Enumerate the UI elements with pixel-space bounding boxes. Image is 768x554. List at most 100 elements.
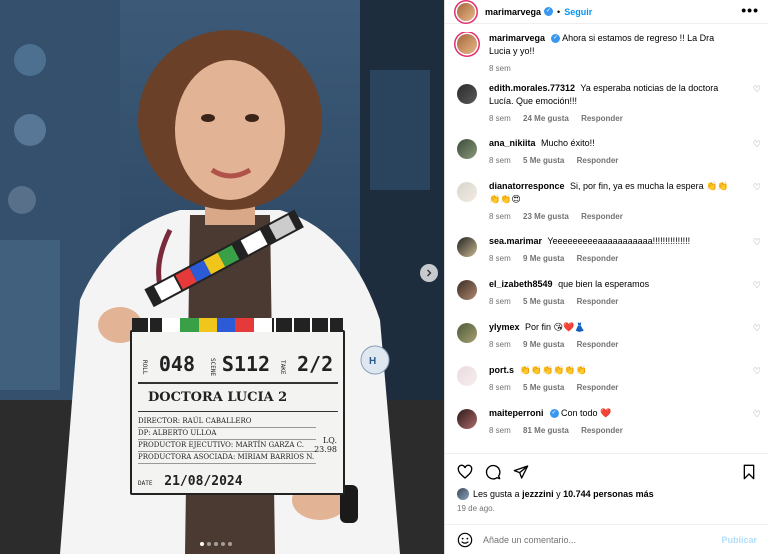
comment-likes[interactable]: 5 Me gusta	[523, 297, 564, 306]
more-options-icon[interactable]: •••	[741, 2, 759, 18]
commenter-avatar[interactable]	[457, 237, 477, 257]
chevron-right-icon[interactable]	[420, 264, 438, 282]
comment-username[interactable]: dianatorresponce	[489, 181, 565, 191]
like-comment-heart-icon[interactable]: ♡	[753, 237, 761, 248]
post-date: 19 de ago.	[457, 504, 495, 513]
commenter-avatar[interactable]	[457, 182, 477, 202]
carousel-dot	[214, 542, 218, 546]
comment-username[interactable]: ana_nikiita	[489, 138, 536, 148]
header-separator: •	[557, 6, 561, 17]
comment-time: 8 sem	[489, 254, 511, 263]
commenter-avatar[interactable]	[457, 139, 477, 159]
publish-button[interactable]: Publicar	[721, 535, 757, 545]
share-icon[interactable]	[511, 462, 531, 482]
liker-avatar	[457, 488, 469, 500]
slate-take: 2/2	[296, 352, 334, 376]
like-comment-heart-icon[interactable]: ♡	[753, 323, 761, 334]
comment-likes[interactable]: 24 Me gusta	[523, 114, 569, 123]
caption-username[interactable]: marimarvega	[489, 33, 545, 43]
slate-production: DOCTORA LUCIA 2	[138, 390, 338, 412]
comment-username[interactable]: el_izabeth8549	[489, 279, 553, 289]
comment-time: 8 sem	[489, 383, 511, 392]
clapperboard-slate: ROLL 048 SCENE S112 TAKE 2/2 DOCTORA LUC…	[130, 318, 345, 495]
caption-avatar[interactable]	[457, 34, 477, 54]
like-comment-heart-icon[interactable]: ♡	[753, 280, 761, 291]
comment-likes[interactable]: 81 Me gusta	[523, 426, 569, 435]
verified-badge-icon: ✓	[551, 34, 561, 44]
comment-username[interactable]: port.s	[489, 365, 514, 375]
comments-list[interactable]: marimarvega ✓ Ahora si estamos de regreso…	[445, 32, 768, 450]
likes-summary[interactable]: Les gusta a jezzzini y 10.744 personas m…	[457, 488, 654, 500]
carousel-dot	[207, 542, 211, 546]
likes-user[interactable]: jezzzini	[522, 489, 554, 499]
comment-username[interactable]: ylymex	[489, 322, 520, 332]
reply-button[interactable]: Responder	[581, 114, 623, 123]
reply-button[interactable]: Responder	[577, 383, 619, 392]
author-username[interactable]: marimarvega	[485, 7, 541, 17]
slate-date-label: DATE	[138, 480, 153, 487]
commenter-avatar[interactable]	[457, 84, 477, 104]
post-header: marimarvega ✓ • Seguir •••	[445, 0, 768, 24]
comment-likes[interactable]: 5 Me gusta	[523, 383, 564, 392]
comment-text: que bien la esperamos	[558, 279, 650, 289]
slate-scene: S112	[221, 352, 271, 376]
instagram-post-window: H ROLL 048 SCENE S112 TAKE 2/2 DOCTORA L…	[0, 0, 768, 554]
comment-time: 8 sem	[489, 426, 511, 435]
comment-text: Mucho éxito!!	[541, 138, 595, 148]
likes-count[interactable]: 10.744 personas más	[563, 489, 654, 499]
like-comment-heart-icon[interactable]: ♡	[753, 366, 761, 377]
likes-prefix: Les gusta a	[473, 489, 520, 499]
emoji-icon[interactable]	[457, 532, 473, 548]
slate-roll-scene-take: ROLL 048 SCENE S112 TAKE 2/2	[138, 352, 338, 384]
caption-time: 8 sem	[489, 64, 511, 73]
comment-input[interactable]	[483, 534, 722, 545]
reply-button[interactable]: Responder	[577, 340, 619, 349]
comment-likes[interactable]: 5 Me gusta	[523, 156, 564, 165]
slate-director: DIRECTOR: RAÚL CABALLERO	[138, 416, 316, 428]
heart-icon[interactable]	[455, 462, 475, 482]
comment-icon[interactable]	[483, 462, 503, 482]
like-comment-heart-icon[interactable]: ♡	[753, 182, 761, 193]
comment-username[interactable]: edith.morales.77312	[489, 83, 575, 93]
slate-fps: LQ. 23.98	[314, 436, 337, 454]
reply-button[interactable]: Responder	[577, 156, 619, 165]
like-comment-heart-icon[interactable]: ♡	[753, 409, 761, 420]
slate-scene-label: SCENE	[208, 357, 216, 377]
slate-roll-label: ROLL	[141, 359, 148, 375]
slate-credits: DIRECTOR: RAÚL CABALLERO DP: ALBERTO ULL…	[138, 416, 316, 464]
reply-button[interactable]: Responder	[581, 426, 623, 435]
like-comment-heart-icon[interactable]: ♡	[753, 84, 761, 95]
comment-username[interactable]: sea.marimar	[489, 236, 542, 246]
comment-username[interactable]: maiteperroni	[489, 408, 544, 418]
post-media[interactable]: H ROLL 048 SCENE S112 TAKE 2/2 DOCTORA L…	[0, 0, 444, 554]
slate-take-label: TAKE	[279, 359, 287, 375]
slate-exec-producer: PRODUCTOR EJECUTIVO: MARTÍN GARZA C.	[138, 440, 316, 452]
comment-likes[interactable]: 9 Me gusta	[523, 340, 564, 349]
author-avatar[interactable]	[457, 2, 475, 21]
commenter-avatar[interactable]	[457, 280, 477, 300]
comment-time: 8 sem	[489, 156, 511, 165]
comment-time: 8 sem	[489, 297, 511, 306]
comment-time: 8 sem	[489, 340, 511, 349]
carousel-dot	[228, 542, 232, 546]
reply-button[interactable]: Responder	[581, 212, 623, 221]
slate-stripe	[132, 318, 343, 332]
slate-roll: 048	[158, 352, 196, 376]
follow-button[interactable]: Seguir	[564, 7, 592, 17]
slate-date-row: DATE 21/08/2024	[138, 474, 243, 489]
commenter-avatar[interactable]	[457, 366, 477, 386]
reply-button[interactable]: Responder	[577, 297, 619, 306]
comment: maiteperroni ✓ Con todo ❤️ 8 sem 81 Me gu…	[445, 407, 768, 450]
comment: ylymex Por fin 😘❤️👗 8 sem 9 Me gusta Res…	[445, 321, 768, 364]
carousel-dot	[200, 542, 204, 546]
comment-text: 👏👏👏👏👏👏	[519, 365, 587, 375]
carousel-dot	[221, 542, 225, 546]
commenter-avatar[interactable]	[457, 409, 477, 429]
comment-likes[interactable]: 23 Me gusta	[523, 212, 569, 221]
like-comment-heart-icon[interactable]: ♡	[753, 139, 761, 150]
comment-composer: Publicar	[445, 524, 768, 554]
comment-likes[interactable]: 9 Me gusta	[523, 254, 564, 263]
bookmark-icon[interactable]	[739, 462, 759, 482]
reply-button[interactable]: Responder	[577, 254, 619, 263]
commenter-avatar[interactable]	[457, 323, 477, 343]
